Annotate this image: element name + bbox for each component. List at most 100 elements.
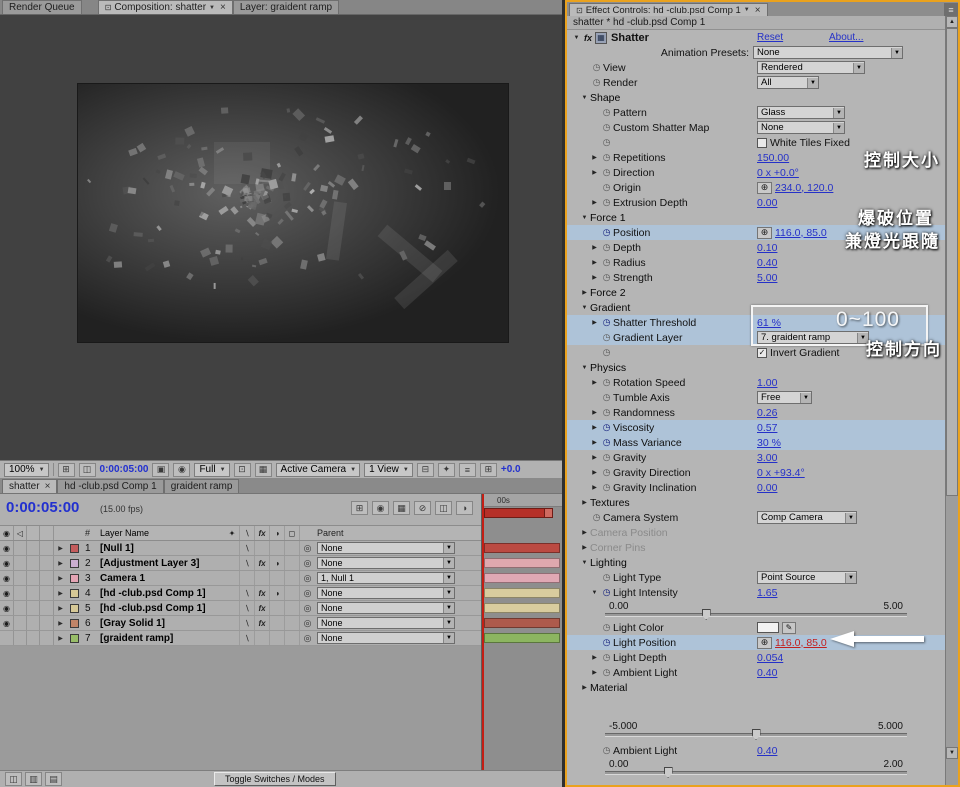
layer-fx-switch[interactable]	[255, 631, 270, 645]
stopwatch-icon[interactable]: ◷	[600, 152, 613, 163]
frame-blending-icon[interactable]: ◫	[435, 501, 452, 515]
layer-audio-toggle[interactable]	[14, 631, 27, 645]
property-value[interactable]: 0.40	[757, 667, 777, 679]
layer-shy-switch[interactable]	[225, 541, 240, 555]
twirl-icon[interactable]: ▶	[589, 244, 600, 251]
property-row[interactable]: ◷PatternGlass▼	[567, 105, 945, 120]
fx-switch-icon[interactable]: fx	[255, 526, 270, 540]
property-row[interactable]: ▶◷Strength5.00	[567, 270, 945, 285]
stopwatch-icon[interactable]: ◷	[600, 572, 613, 583]
property-row[interactable]: ◷Origin⊕234.0, 120.0	[567, 180, 945, 195]
parent-dropdown[interactable]: None▼	[317, 632, 455, 644]
twirl-icon[interactable]: ▶	[579, 544, 590, 551]
position-crosshair-icon[interactable]: ⊕	[757, 182, 772, 194]
layer-3d-switch[interactable]	[285, 586, 300, 600]
dropdown-arrow-icon[interactable]: ▼	[845, 513, 856, 523]
twirl-icon[interactable]: ▶	[589, 669, 600, 676]
layer-audio-toggle[interactable]	[14, 601, 27, 615]
layer-quality-switch[interactable]: ∖	[240, 556, 255, 570]
transparency-grid-icon[interactable]: ▦	[255, 463, 272, 477]
current-time-display[interactable]: 0:00:05:00	[6, 499, 79, 516]
property-group-row[interactable]: ▶Corner Pins	[567, 540, 945, 555]
dropdown-arrow-icon[interactable]: ▼	[443, 573, 454, 583]
tab-render-queue[interactable]: Render Queue	[2, 0, 82, 14]
layer-color-label[interactable]	[70, 574, 79, 583]
stopwatch-icon[interactable]: ◷	[600, 652, 613, 663]
layer-shy-switch[interactable]	[225, 601, 240, 615]
layer-shy-switch[interactable]	[225, 586, 240, 600]
property-row[interactable]: ▶◷Light Depth0.054	[567, 650, 945, 665]
layer-lock-toggle[interactable]	[40, 571, 54, 585]
magnification-dropdown[interactable]: 100%▼	[4, 463, 49, 477]
property-group-row[interactable]: ▶Material	[567, 680, 945, 695]
expand-layer-switches-icon[interactable]: ◫	[5, 772, 22, 786]
toggle-switches-modes-button[interactable]: Toggle Switches / Modes	[214, 772, 336, 786]
layer-duration-bar[interactable]	[484, 558, 560, 568]
position-crosshair-icon[interactable]: ⊕	[757, 637, 772, 649]
layer-3d-switch[interactable]	[285, 541, 300, 555]
parent-pickwhip-icon[interactable]: ◎	[300, 586, 315, 600]
layer-name[interactable]: [Null 1]	[97, 541, 225, 555]
motion-blur-icon[interactable]: ◑	[456, 501, 473, 515]
property-row[interactable]: ▶◷Rotation Speed1.00	[567, 375, 945, 390]
timeline-button-icon[interactable]: ≡	[459, 463, 476, 477]
layer-fx-switch[interactable]: fx	[255, 586, 270, 600]
parent-dropdown[interactable]: None▼	[317, 602, 455, 614]
property-group-row[interactable]: ▼Lighting	[567, 555, 945, 570]
property-value[interactable]: 30 %	[757, 437, 781, 449]
dropdown[interactable]: None▼	[757, 121, 845, 134]
parent-pickwhip-icon[interactable]: ◎	[300, 541, 315, 555]
tab-composition[interactable]: ⊡ Composition: shatter ▼ ×	[98, 0, 233, 14]
property-value[interactable]: 116.0, 85.0	[775, 227, 827, 239]
dropdown-arrow-icon[interactable]: ▼	[443, 543, 454, 553]
twirl-icon[interactable]: ▶	[589, 424, 600, 431]
twirl-icon[interactable]: ▶	[589, 469, 600, 476]
layer-expander-icon[interactable]: ▶	[54, 571, 67, 585]
layer-row[interactable]: ◉▶5[hd -club.psd Comp 1]∖fx◎None▼	[0, 601, 481, 616]
layer-row[interactable]: ◉▶6[Gray Solid 1]∖fx◎None▼	[0, 616, 481, 631]
dropdown-arrow-icon[interactable]: ▼	[853, 63, 864, 73]
stopwatch-icon[interactable]: ◷	[600, 392, 613, 403]
stopwatch-icon[interactable]: ◷	[600, 482, 613, 493]
property-value[interactable]: 5.00	[757, 272, 777, 284]
stopwatch-icon[interactable]: ◷	[590, 512, 603, 523]
layer-lock-toggle[interactable]	[40, 541, 54, 555]
property-row[interactable]: ◷RenderAll▼	[567, 75, 945, 90]
checkbox[interactable]: ✓	[757, 348, 767, 358]
stopwatch-icon[interactable]: ◷	[600, 182, 613, 193]
layer-blur-switch[interactable]	[270, 616, 285, 630]
layer-audio-toggle[interactable]	[14, 616, 27, 630]
parent-pickwhip-icon[interactable]: ◎	[300, 601, 315, 615]
layer-visibility-toggle[interactable]: ◉	[0, 571, 14, 585]
parent-dropdown[interactable]: 1, Null 1▼	[317, 572, 455, 584]
layer-blur-switch[interactable]	[270, 601, 285, 615]
twirl-icon[interactable]: ▼	[579, 215, 590, 221]
layer-name[interactable]: [hd -club.psd Comp 1]	[97, 601, 225, 615]
parent-dropdown[interactable]: None▼	[317, 587, 455, 599]
snapshot-icon[interactable]: ▣	[152, 463, 169, 477]
twirl-icon[interactable]: ▶	[589, 199, 600, 206]
layer-expander-icon[interactable]: ▶	[54, 616, 67, 630]
twirl-icon[interactable]: ▼	[589, 590, 600, 596]
close-tab-icon[interactable]: ×	[755, 5, 761, 16]
twirl-icon[interactable]: ▼	[579, 365, 590, 371]
stopwatch-icon[interactable]: ◷	[600, 745, 613, 756]
effect-header-row[interactable]: ▼ fx ▦ Shatter Reset About...	[567, 30, 945, 45]
stopwatch-icon[interactable]: ◷	[600, 347, 613, 358]
close-tab-icon[interactable]: ×	[45, 481, 51, 492]
stopwatch-icon[interactable]: ◷	[600, 667, 613, 678]
layer-visibility-toggle[interactable]: ◉	[0, 541, 14, 555]
layer-visibility-toggle[interactable]: ◉	[0, 616, 14, 630]
dropdown-arrow-icon[interactable]: ▼	[833, 108, 844, 118]
layer-lock-toggle[interactable]	[40, 556, 54, 570]
property-value[interactable]: 3.00	[757, 452, 777, 464]
show-channel-icon[interactable]: ◉	[173, 463, 190, 477]
twirl-icon[interactable]: ▶	[579, 289, 590, 296]
dropdown-arrow-icon[interactable]: ▼	[443, 633, 454, 643]
layer-visibility-toggle[interactable]: ◉	[0, 556, 14, 570]
color-swatch[interactable]	[757, 622, 779, 633]
layer-expander-icon[interactable]: ▶	[54, 541, 67, 555]
layer-lock-toggle[interactable]	[40, 616, 54, 630]
property-row[interactable]: ▶◷Radius0.40	[567, 255, 945, 270]
parent-dropdown[interactable]: None▼	[317, 542, 455, 554]
